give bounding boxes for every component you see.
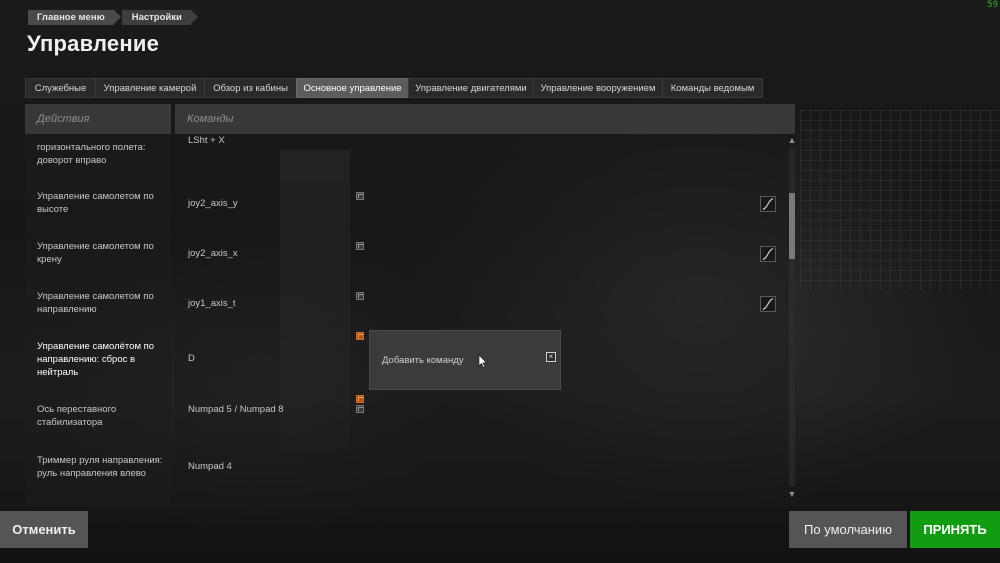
- edit-command-icon[interactable]: [356, 405, 364, 413]
- mouse-cursor-icon: [478, 354, 488, 368]
- scroll-up-arrow-icon[interactable]: ▲: [787, 136, 797, 145]
- edit-command-icon-active[interactable]: [356, 395, 364, 403]
- breadcrumb-settings[interactable]: Настройки: [121, 10, 198, 25]
- row-command-binding[interactable]: Numpad 5 / Numpad 8: [188, 403, 338, 416]
- default-button[interactable]: По умолчанию: [789, 511, 907, 548]
- close-icon[interactable]: ×: [546, 352, 556, 362]
- row-command-binding[interactable]: D: [188, 352, 338, 365]
- tab-wingman[interactable]: Команды ведомым: [662, 78, 763, 98]
- tab-cockpit-view[interactable]: Обзор из кабины: [204, 78, 296, 98]
- axis-curve-icon[interactable]: [760, 196, 776, 212]
- tab-engines[interactable]: Управление двигателями: [408, 78, 533, 98]
- fps-counter: 59: [987, 0, 998, 10]
- axis-curve-icon[interactable]: [760, 296, 776, 312]
- row-action-label[interactable]: Ось переставного стабилизатора: [37, 403, 165, 429]
- tab-bar: Служебные Управление камерой Обзор из ка…: [25, 78, 763, 98]
- edit-command-icon[interactable]: [356, 242, 364, 250]
- cancel-button[interactable]: Отменить: [0, 511, 88, 548]
- row-action-label[interactable]: горизонтального полета: доворот вправо: [37, 141, 165, 167]
- accept-button[interactable]: ПРИНЯТЬ: [910, 511, 1000, 548]
- row-command-binding[interactable]: joy2_axis_y: [188, 197, 338, 210]
- page-title: Управление: [27, 31, 160, 56]
- row-command-binding[interactable]: LSht + X: [188, 134, 338, 147]
- row-action-label-selected[interactable]: Управление самолётом по направлению: сбр…: [37, 340, 165, 379]
- edit-command-icon-active[interactable]: [356, 332, 364, 340]
- tab-weapons[interactable]: Управление вооружением: [533, 78, 662, 98]
- edit-command-icon[interactable]: [356, 292, 364, 300]
- edit-command-icon[interactable]: [356, 192, 364, 200]
- axis-curve-icon[interactable]: [760, 246, 776, 262]
- add-command-popup: Добавить команду ×: [369, 330, 561, 390]
- breadcrumb: Главное меню Настройки: [28, 10, 198, 25]
- background-hangar-window: [800, 110, 1000, 290]
- row-action-label[interactable]: Управление самолетом по крену: [37, 240, 165, 266]
- tab-main-controls[interactable]: Основное управление: [296, 78, 408, 98]
- breadcrumb-main-menu[interactable]: Главное меню: [28, 10, 121, 25]
- row-action-label[interactable]: Триммер руля направления: руль направлен…: [37, 454, 165, 480]
- row-command-binding[interactable]: Numpad 4: [188, 460, 338, 473]
- scroll-down-arrow-icon[interactable]: ▼: [787, 490, 797, 499]
- add-command-label[interactable]: Добавить команду: [382, 355, 464, 366]
- tab-camera[interactable]: Управление камерой: [95, 78, 204, 98]
- scrollbar-thumb[interactable]: [789, 193, 795, 259]
- row-command-binding[interactable]: joy2_axis_x: [188, 247, 338, 260]
- tab-service[interactable]: Служебные: [25, 78, 95, 98]
- row-action-label[interactable]: Управление самолетом по высоте: [37, 190, 165, 216]
- row-action-label[interactable]: Управление самолетом по направлению: [37, 290, 165, 316]
- column-header-commands: Команды: [175, 104, 795, 134]
- column-header-actions: Действия: [25, 104, 171, 134]
- row-command-binding[interactable]: joy1_axis_t: [188, 297, 338, 310]
